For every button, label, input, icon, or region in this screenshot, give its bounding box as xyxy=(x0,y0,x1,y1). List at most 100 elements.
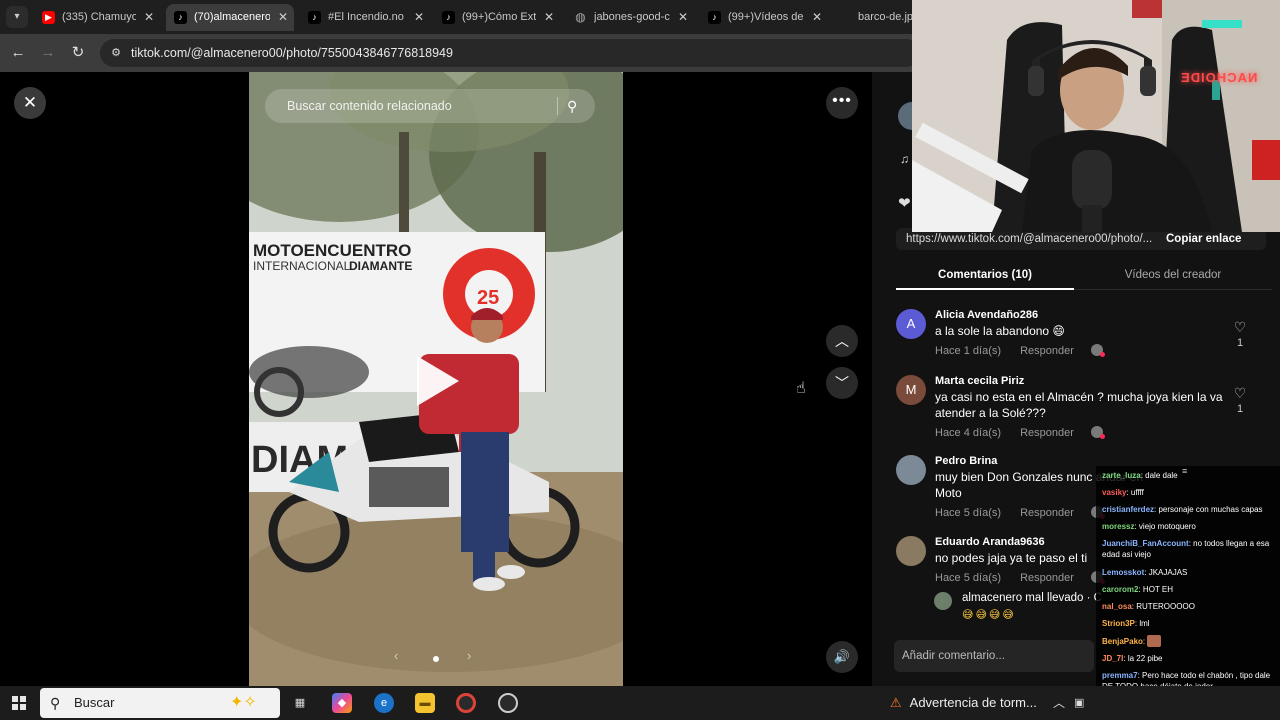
creator-avatar[interactable] xyxy=(898,102,912,130)
tab-label: (335) Chamuyo xyxy=(62,11,136,23)
sign-text-1: MOTOENCUENTRO xyxy=(253,241,411,260)
reply-user[interactable]: almacenero mal llevado · C xyxy=(962,592,1102,604)
chat-text: HOT EH xyxy=(1142,585,1173,594)
play-icon[interactable] xyxy=(417,356,459,406)
reply-button[interactable]: Responder xyxy=(1020,572,1074,584)
hand-cursor-icon: ☝ xyxy=(796,380,806,397)
carousel-next-icon[interactable]: › xyxy=(467,648,471,663)
close-icon[interactable]: ✕ xyxy=(14,87,46,119)
comment-item: A Alicia Avendaño286 a la sole la abando… xyxy=(896,309,1256,369)
chat-message: cristianferdez: personaje con muchas cap… xyxy=(1102,505,1263,514)
close-tab-icon[interactable]: ✕ xyxy=(414,4,424,31)
tray-chevron-up-icon[interactable]: ︿ xyxy=(1053,686,1065,720)
commenter-name[interactable]: Alicia Avendaño286 xyxy=(935,309,1038,321)
close-tab-icon[interactable]: ✕ xyxy=(544,4,554,31)
file-explorer-icon[interactable]: ▬ xyxy=(415,693,435,713)
chevron-up-icon[interactable]: ︿ xyxy=(826,325,858,357)
back-arrow-icon[interactable]: ← xyxy=(7,42,29,64)
chat-message: nal_osa: RUTEROOOOO xyxy=(1102,602,1195,611)
search-divider xyxy=(557,97,558,115)
chat-text: RUTEROOOOO xyxy=(1136,602,1195,611)
weather-warning-text: Advertencia de torm... xyxy=(909,695,1037,710)
music-note-icon[interactable]: ♫ xyxy=(900,152,909,166)
reply-button[interactable]: Responder xyxy=(1020,427,1074,439)
search-icon[interactable]: ⚲ xyxy=(567,89,577,123)
chat-user: BenjaPako xyxy=(1102,637,1143,646)
tab-label: (99+)Vídeos de xyxy=(728,11,804,23)
forward-arrow-icon[interactable]: → xyxy=(37,42,59,64)
commenter-name[interactable]: Marta cecila Piriz xyxy=(935,375,1024,387)
commenter-name[interactable]: Eduardo Aranda9636 xyxy=(935,536,1045,548)
chat-user: premma7 xyxy=(1102,671,1138,680)
comment-like-icon[interactable]: ♡ xyxy=(1232,385,1248,402)
comment-like-count: 1 xyxy=(1236,337,1244,349)
browser-tab-1[interactable]: ♪ (70)almacenero ✕ xyxy=(166,4,294,31)
reply-text: 😅😅😅😅 xyxy=(962,609,1016,621)
commenter-avatar[interactable]: A xyxy=(896,309,926,339)
browser-tab-3[interactable]: ♪ (99+)Cómo Extra ✕ xyxy=(434,4,560,31)
edge-browser-icon[interactable]: e xyxy=(374,693,394,713)
close-tab-icon[interactable]: ✕ xyxy=(812,4,822,31)
commenter-avatar[interactable] xyxy=(896,536,926,566)
volume-icon[interactable]: 🔊 xyxy=(826,641,858,673)
tab-search-chevron-icon[interactable]: ▾ xyxy=(6,6,28,28)
chat-message: BenjaPako: xyxy=(1102,635,1278,647)
browser-tab-4[interactable]: ◍ jabones-good-c ✕ xyxy=(566,4,694,31)
tab-label: (99+)Cómo Extra xyxy=(462,11,536,23)
sparkle-icon: ✦✧ xyxy=(230,694,257,711)
chat-message: Strion3P: lml xyxy=(1102,619,1150,628)
reply-button[interactable]: Responder xyxy=(1020,507,1074,519)
copilot-icon[interactable]: ◆ xyxy=(332,693,352,713)
chat-text: uffff xyxy=(1130,488,1144,497)
chat-user: nal_osa xyxy=(1102,602,1132,611)
reply-button[interactable]: Responder xyxy=(1020,345,1074,357)
comment-text: ya casi no esta en el Almacén ? mucha jo… xyxy=(935,390,1223,420)
carousel-dot[interactable] xyxy=(433,656,439,662)
browser-tab-0[interactable]: ▶ (335) Chamuyo ✕ xyxy=(34,4,160,31)
obs-icon[interactable] xyxy=(498,693,518,713)
reply-avatar[interactable] xyxy=(934,592,952,610)
screen: ▾ ▶ (335) Chamuyo ✕ ♪ (70)almacenero ✕ ♪… xyxy=(0,0,1280,720)
add-comment-input[interactable]: Añadir comentario... xyxy=(894,640,1094,672)
weather-warning[interactable]: ⚠ Advertencia de torm... xyxy=(890,686,1037,720)
commenter-avatar[interactable]: M xyxy=(896,375,926,405)
site-settings-icon[interactable]: ⚙ xyxy=(108,45,124,61)
tray-app-icon[interactable]: ▣ xyxy=(1074,686,1084,720)
close-tab-icon[interactable]: ✕ xyxy=(678,4,688,31)
address-bar[interactable]: ⚙ tiktok.com/@almacenero00/photo/7550043… xyxy=(100,39,920,67)
sign-text-3: DIAMANTE xyxy=(349,259,412,273)
reload-icon[interactable]: ↻ xyxy=(67,42,89,64)
commenter-avatar[interactable] xyxy=(896,455,926,485)
more-options-icon[interactable]: ••• xyxy=(826,87,858,119)
tab-comments[interactable]: Comentarios (10) xyxy=(896,262,1074,290)
photo-viewer: ✕ MOTOENCUENTRO INTERNACIONAL DIAMANTE 2… xyxy=(0,72,872,686)
comment-meta: Hace 5 día(s) Responder xyxy=(935,506,1105,519)
windows-start-icon[interactable] xyxy=(12,696,26,710)
globe-icon: ◍ xyxy=(575,10,586,24)
commenter-name[interactable]: Pedro Brina xyxy=(935,455,997,467)
post-photo[interactable]: MOTOENCUENTRO INTERNACIONAL DIAMANTE 25 … xyxy=(249,72,623,686)
task-view-icon[interactable]: ▦ xyxy=(290,693,310,713)
tab-creator-videos[interactable]: Vídeos del creador xyxy=(1084,262,1262,288)
close-tab-icon[interactable]: ✕ xyxy=(144,4,154,31)
taskbar-search[interactable]: ⚲ Buscar ✦✧ xyxy=(40,688,280,718)
carousel-prev-icon[interactable]: ‹ xyxy=(394,648,398,663)
close-tab-icon[interactable]: ✕ xyxy=(278,4,288,31)
related-search-input[interactable]: Buscar contenido relacionado ⚲ xyxy=(265,89,595,123)
chevron-down-icon[interactable]: ﹀ xyxy=(826,367,858,399)
comment-like-icon[interactable]: ♡ xyxy=(1232,319,1248,336)
chat-user: JD_7I xyxy=(1102,654,1124,663)
chrome-icon[interactable] xyxy=(456,693,476,713)
browser-tab-6[interactable]: barco-de.jpg xyxy=(834,4,914,31)
browser-tab-2[interactable]: ♪ #El Incendio.no ✕ xyxy=(300,4,430,31)
creator-liked-icon xyxy=(1090,344,1105,357)
search-icon: ⚲ xyxy=(50,695,61,711)
chat-text: dale dale xyxy=(1145,471,1178,480)
tab-label: #El Incendio.no xyxy=(328,11,404,23)
browser-tab-5[interactable]: ♪ (99+)Vídeos de ✕ xyxy=(700,4,828,31)
comment-text: a la sole la abandono 😄 xyxy=(935,324,1065,338)
comment-time: Hace 5 día(s) xyxy=(935,572,1002,584)
address-url[interactable]: tiktok.com/@almacenero00/photo/755004384… xyxy=(131,39,453,67)
sign-badge-number: 25 xyxy=(477,287,499,309)
chat-message: carorom2: HOT EH xyxy=(1102,585,1173,594)
